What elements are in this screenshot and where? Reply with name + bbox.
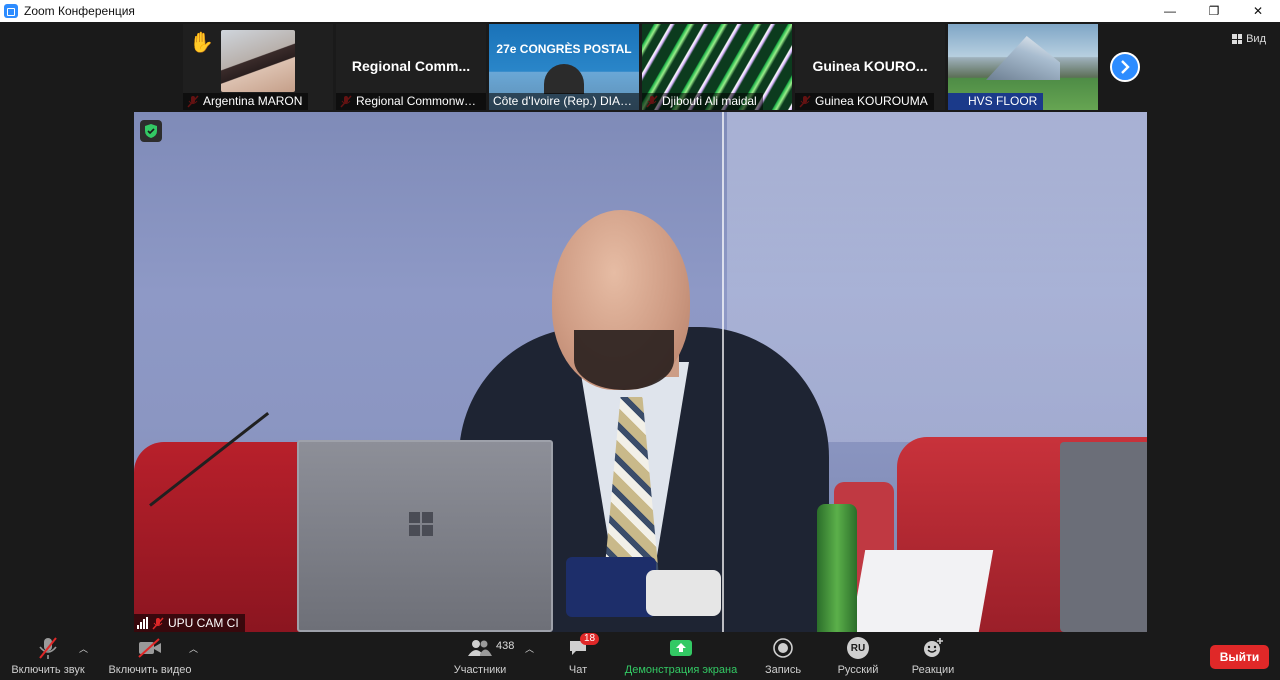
participant-name: Argentina MARON bbox=[183, 93, 309, 110]
participants-icon: 438 bbox=[468, 636, 514, 660]
encryption-shield-icon[interactable] bbox=[140, 120, 162, 142]
meeting-stage: ✋ Argentina MARON Regional Comm... Regio… bbox=[0, 22, 1280, 632]
grid-view-icon bbox=[1232, 34, 1243, 44]
participant-name: Regional Commonwe... bbox=[336, 93, 486, 110]
chat-button[interactable]: 18 Чат bbox=[563, 633, 600, 678]
participant-strip: ✋ Argentina MARON Regional Comm... Regio… bbox=[183, 24, 1098, 110]
participant-tile[interactable]: HVS FLOOR bbox=[948, 24, 1098, 110]
chat-icon: 18 bbox=[568, 633, 600, 660]
participant-tile[interactable]: 27e CONGRÈS POSTAL Côte d'Ivoire (Rep.) … bbox=[489, 24, 639, 110]
record-icon bbox=[773, 636, 793, 660]
video-off-icon bbox=[137, 636, 163, 660]
video-laptop bbox=[1060, 442, 1147, 632]
chevron-right-icon bbox=[1121, 60, 1130, 74]
next-page-button[interactable] bbox=[1110, 52, 1140, 82]
view-button[interactable]: Вид bbox=[1232, 33, 1266, 45]
leave-meeting-button[interactable]: Выйти bbox=[1210, 645, 1269, 669]
participant-tile[interactable]: ✋ Argentina MARON bbox=[183, 24, 333, 110]
glass-divider bbox=[722, 112, 724, 632]
participants-button[interactable]: 438 Участники bbox=[450, 636, 514, 678]
video-microphone bbox=[646, 570, 721, 616]
signal-strength-icon bbox=[134, 617, 148, 629]
mic-muted-icon bbox=[152, 616, 164, 630]
close-button[interactable]: ✕ bbox=[1236, 0, 1280, 22]
participant-name: Guinea KOUROUMA bbox=[795, 93, 934, 110]
audio-options-caret[interactable]: ︿ bbox=[79, 642, 88, 655]
minimize-button[interactable]: — bbox=[1148, 0, 1192, 22]
laptop-logo-icon bbox=[409, 512, 433, 536]
video-bottle bbox=[817, 504, 857, 632]
participant-big-label: Regional Comm... bbox=[351, 58, 471, 74]
reactions-button[interactable]: Реакции bbox=[909, 636, 957, 678]
share-screen-label: Демонстрация экрана bbox=[624, 664, 738, 676]
building-image bbox=[986, 36, 1060, 80]
participant-name: Côte d'Ivoire (Rep.) DIAK... bbox=[489, 93, 639, 110]
language-code: RU bbox=[847, 637, 869, 659]
participant-tile[interactable]: Djibouti Ali maidal bbox=[642, 24, 792, 110]
meeting-toolbar: Включить звук ︿ Включить видео ︿ 438 Уча… bbox=[0, 632, 1280, 680]
language-label: Русский bbox=[837, 664, 879, 676]
raised-hand-icon: ✋ bbox=[189, 32, 214, 54]
language-button[interactable]: RU Русский bbox=[834, 636, 882, 678]
record-label: Запись bbox=[764, 664, 802, 676]
chat-unread-badge: 18 bbox=[580, 633, 600, 645]
start-video-label: Включить видео bbox=[108, 664, 192, 676]
speaker-beard bbox=[574, 330, 674, 390]
participant-tile[interactable]: Regional Comm... Regional Commonwe... bbox=[336, 24, 486, 110]
participant-name: HVS FLOOR bbox=[948, 93, 1044, 110]
participant-name: Djibouti Ali maidal bbox=[642, 93, 763, 110]
unmute-button[interactable]: Включить звук bbox=[8, 636, 88, 678]
view-button-label: Вид bbox=[1246, 33, 1266, 45]
start-video-button[interactable]: Включить видео bbox=[106, 636, 194, 678]
share-screen-icon bbox=[669, 636, 693, 660]
participant-video bbox=[544, 64, 584, 94]
participants-count: 438 bbox=[496, 640, 515, 652]
active-speaker-video[interactable]: UPU CAM CI bbox=[134, 112, 1147, 632]
video-paper bbox=[850, 550, 994, 632]
congress-backdrop-text: 27e CONGRÈS POSTAL bbox=[496, 42, 632, 56]
window-controls: — ❐ ✕ bbox=[1148, 0, 1280, 22]
video-options-caret[interactable]: ︿ bbox=[189, 642, 198, 655]
video-microphone bbox=[566, 557, 656, 617]
mic-muted-icon bbox=[37, 636, 59, 660]
active-speaker-label: UPU CAM CI bbox=[134, 614, 245, 632]
participants-options-caret[interactable]: ︿ bbox=[525, 642, 534, 655]
record-button[interactable]: Запись bbox=[762, 636, 804, 678]
reactions-label: Реакции bbox=[911, 664, 955, 676]
share-screen-button[interactable]: Демонстрация экрана bbox=[622, 636, 740, 678]
unmute-label: Включить звук bbox=[11, 664, 85, 676]
window-titlebar: Zoom Конференция — ❐ ✕ bbox=[0, 0, 1280, 22]
participants-label: Участники bbox=[453, 664, 507, 676]
reactions-icon bbox=[922, 636, 944, 660]
window-title: Zoom Конференция bbox=[24, 4, 135, 18]
chat-label: Чат bbox=[568, 664, 588, 676]
active-speaker-name: UPU CAM CI bbox=[168, 616, 239, 630]
participant-tile[interactable]: Guinea KOURO... Guinea KOUROUMA bbox=[795, 24, 945, 110]
participant-photo bbox=[221, 30, 295, 92]
participant-big-label: Guinea KOURO... bbox=[812, 58, 928, 74]
video-laptop bbox=[297, 440, 553, 632]
restore-button[interactable]: ❐ bbox=[1192, 0, 1236, 22]
language-icon: RU bbox=[847, 636, 869, 660]
zoom-logo-icon bbox=[4, 4, 18, 18]
